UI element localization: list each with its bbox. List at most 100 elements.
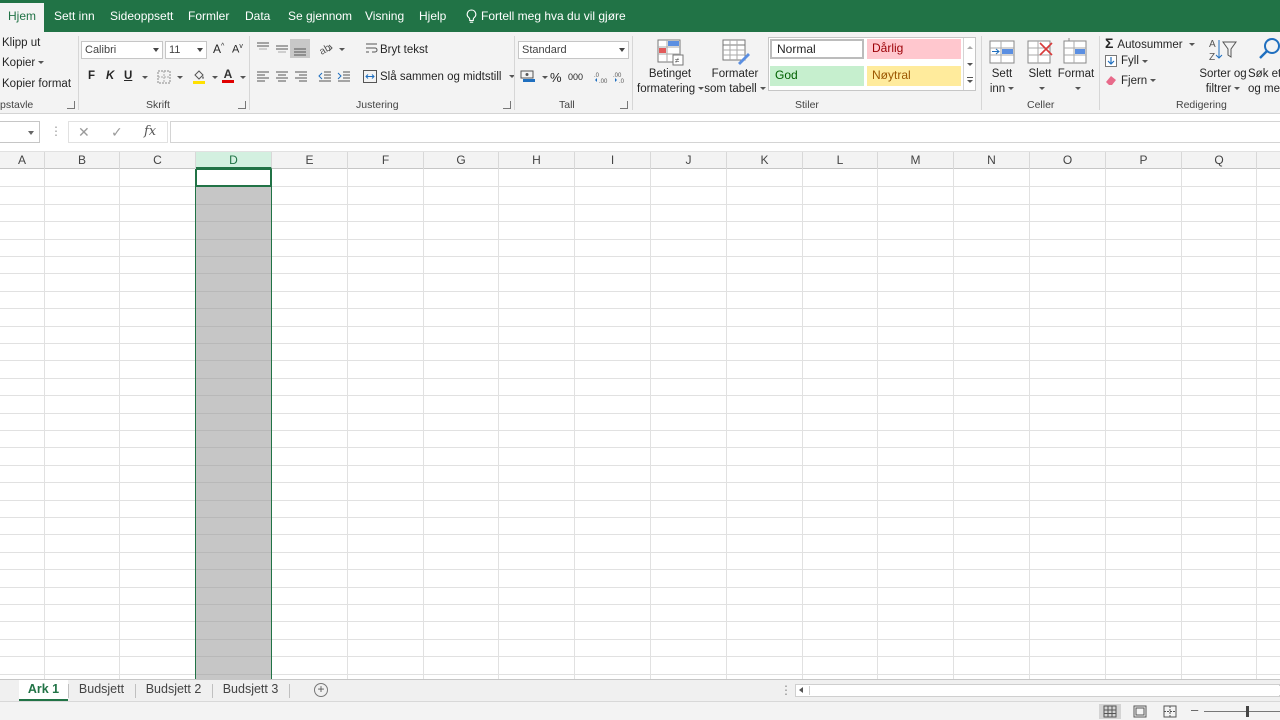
merge-center-button[interactable]: Slå sammen og midtstill xyxy=(380,71,516,83)
column-header-b[interactable]: B xyxy=(45,152,120,169)
clear-button[interactable]: Fjern xyxy=(1105,75,1157,87)
fill-button[interactable]: Fyll xyxy=(1105,55,1148,67)
page-break-view-button[interactable] xyxy=(1159,704,1181,719)
sheet-tab-budsjett-3[interactable]: Budsjett 3 xyxy=(214,680,287,701)
selected-column-d[interactable] xyxy=(195,169,272,679)
accounting-format-icon[interactable] xyxy=(520,70,536,83)
column-header-a[interactable]: A xyxy=(0,152,45,169)
bold-button[interactable]: F xyxy=(88,70,95,82)
conditional-formatting-icon[interactable]: ≠ xyxy=(656,38,684,66)
alignment-launcher-icon[interactable] xyxy=(503,101,511,109)
scroll-thumb[interactable] xyxy=(809,686,1280,695)
number-format-select[interactable]: Standard xyxy=(518,41,629,59)
align-center-icon[interactable] xyxy=(275,71,289,82)
merge-center-icon[interactable] xyxy=(363,70,377,83)
tell-me-search[interactable]: Fortell meg hva du vil gjøre xyxy=(466,0,626,32)
column-header-n[interactable]: N xyxy=(954,152,1030,169)
chevron-down-icon[interactable] xyxy=(28,131,34,135)
tab-visning[interactable]: Visning xyxy=(365,0,404,32)
zoom-out-button[interactable]: – xyxy=(1191,702,1198,717)
insert-cells-icon[interactable] xyxy=(988,37,1018,67)
format-as-table-icon[interactable] xyxy=(721,38,751,66)
normal-view-button[interactable] xyxy=(1099,704,1121,719)
column-header-o[interactable]: O xyxy=(1030,152,1106,169)
column-header-e[interactable]: E xyxy=(272,152,348,169)
find-select-button[interactable]: Søk et og me xyxy=(1248,67,1280,97)
format-painter-button[interactable]: Kopier format xyxy=(2,78,71,90)
font-size-select[interactable]: 11 xyxy=(165,41,207,59)
style-bad[interactable]: Dårlig xyxy=(867,39,961,59)
column-header-c[interactable]: C xyxy=(120,152,196,169)
add-sheet-button[interactable]: + xyxy=(314,683,328,697)
thousands-button[interactable]: 000 xyxy=(568,72,583,82)
insert-function-button[interactable]: fx xyxy=(144,124,156,139)
chevron-down-icon[interactable] xyxy=(542,76,548,79)
decrease-indent-icon[interactable] xyxy=(318,71,332,82)
sort-filter-button[interactable]: Sorter og filtrer xyxy=(1198,67,1248,97)
column-header-f[interactable]: F xyxy=(348,152,424,169)
autosum-button[interactable]: Σ Autosummer xyxy=(1105,35,1195,51)
chevron-down-icon[interactable] xyxy=(212,76,218,79)
formula-bar-grip-icon[interactable]: ⋮ xyxy=(50,124,62,138)
chevron-down-icon[interactable] xyxy=(967,80,973,83)
find-select-icon[interactable] xyxy=(1258,36,1280,64)
tab-sideoppsett[interactable]: Sideoppsett xyxy=(110,0,173,32)
column-header-l[interactable]: L xyxy=(803,152,878,169)
tab-se-gjennom[interactable]: Se gjennom xyxy=(288,0,352,32)
chevron-down-icon[interactable] xyxy=(142,76,148,79)
increase-decimal-icon[interactable]: .0.00 xyxy=(594,70,608,84)
column-header-i[interactable]: I xyxy=(575,152,651,169)
clipboard-launcher-icon[interactable] xyxy=(67,101,75,109)
insert-cells-button[interactable]: Sett inn xyxy=(988,67,1016,97)
conditional-formatting-button[interactable]: Betinget formatering xyxy=(637,67,705,97)
column-header-h[interactable]: H xyxy=(499,152,575,169)
zoom-slider-thumb[interactable] xyxy=(1246,706,1249,717)
page-layout-view-button[interactable] xyxy=(1129,704,1151,719)
fill-color-icon[interactable] xyxy=(192,68,206,84)
align-right-icon[interactable] xyxy=(294,71,308,82)
tab-sett-inn[interactable]: Sett inn xyxy=(54,0,95,32)
zoom-slider-track[interactable] xyxy=(1204,711,1280,712)
font-name-select[interactable]: Calibri xyxy=(81,41,163,59)
column-header-d[interactable]: D xyxy=(196,152,272,169)
name-box[interactable] xyxy=(0,121,40,143)
sheet-tab-budsjett-2[interactable]: Budsjett 2 xyxy=(137,680,210,701)
percent-button[interactable]: % xyxy=(550,70,562,85)
column-header-j[interactable]: J xyxy=(651,152,727,169)
underline-button[interactable]: U xyxy=(124,70,132,82)
wrap-text-button[interactable]: Bryt tekst xyxy=(380,44,428,56)
chevron-down-icon[interactable] xyxy=(967,63,973,66)
font-color-button[interactable]: A xyxy=(222,67,234,83)
style-neutral[interactable]: Nøytral xyxy=(867,66,961,86)
delete-cells-icon[interactable] xyxy=(1026,37,1054,67)
active-cell-d1[interactable] xyxy=(195,169,272,187)
align-top-icon[interactable] xyxy=(256,42,270,54)
column-header-q[interactable]: Q xyxy=(1182,152,1257,169)
align-middle-icon[interactable] xyxy=(275,42,289,54)
style-good[interactable]: God xyxy=(770,66,864,86)
sort-filter-icon[interactable]: AZ xyxy=(1208,36,1238,64)
column-header-k[interactable]: K xyxy=(727,152,803,169)
shrink-font-button[interactable]: Av xyxy=(232,43,243,56)
more-styles-icon[interactable] xyxy=(967,77,973,78)
italic-button[interactable]: K xyxy=(106,70,114,82)
tab-hjem[interactable]: Hjem xyxy=(0,3,45,32)
align-left-icon[interactable] xyxy=(256,71,270,82)
border-icon[interactable] xyxy=(157,70,171,84)
scroll-left-button[interactable] xyxy=(796,685,808,696)
number-launcher-icon[interactable] xyxy=(620,101,628,109)
format-cells-icon[interactable] xyxy=(1062,37,1090,67)
align-bottom-button[interactable] xyxy=(290,39,310,58)
styles-gallery-scroller[interactable] xyxy=(963,38,975,90)
horizontal-scrollbar[interactable] xyxy=(795,684,1280,697)
grow-font-button[interactable]: A^ xyxy=(213,42,224,56)
sheet-tab-budsjett[interactable]: Budsjett xyxy=(70,680,133,701)
decrease-decimal-icon[interactable]: .00.0 xyxy=(613,70,627,84)
tab-formler[interactable]: Formler xyxy=(188,0,229,32)
style-normal[interactable]: Normal xyxy=(770,39,864,59)
column-header-g[interactable]: G xyxy=(424,152,499,169)
cancel-icon[interactable]: ✕ xyxy=(78,124,90,141)
format-cells-button[interactable]: Format xyxy=(1057,67,1095,97)
chevron-down-icon[interactable] xyxy=(177,76,183,79)
chevron-down-icon[interactable] xyxy=(240,76,246,79)
